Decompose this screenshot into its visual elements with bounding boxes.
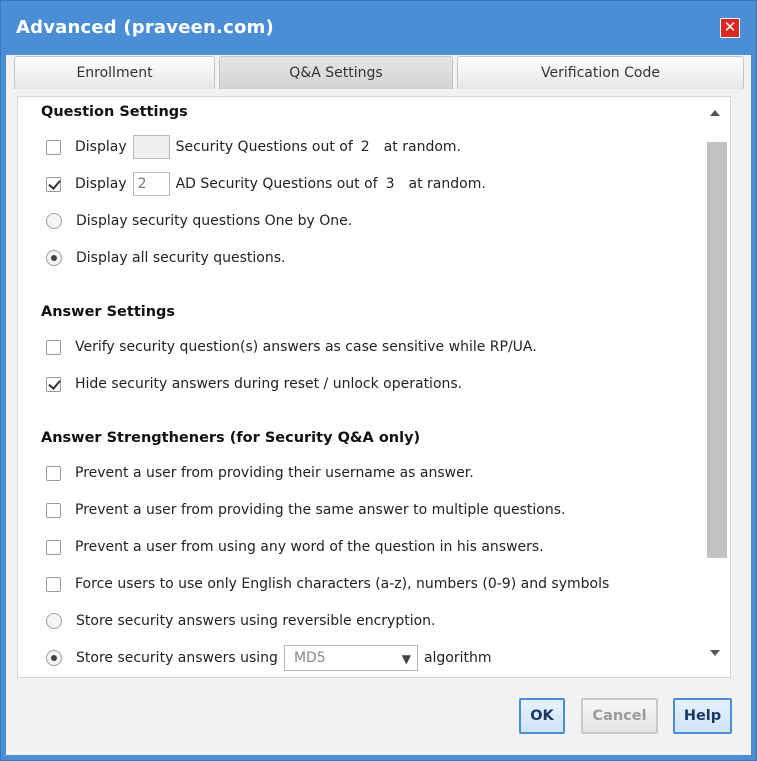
- reversible-row: Store security answers using reversible …: [46, 609, 436, 633]
- no-question-word-row: Prevent a user from using any word of th…: [46, 535, 544, 559]
- ok-button[interactable]: OK: [519, 698, 565, 734]
- at-random-label: at random.: [408, 176, 486, 192]
- close-button[interactable]: ✕: [720, 18, 740, 38]
- no-question-word-label: Prevent a user from using any word of th…: [75, 539, 544, 555]
- case-sensitive-checkbox[interactable]: [46, 339, 61, 355]
- algorithm-row: Store security answers using MD5 ▼ algor…: [46, 645, 492, 671]
- title-bar[interactable]: Advanced (praveen.com) ✕: [1, 1, 756, 55]
- scroll-thumb[interactable]: [707, 142, 727, 558]
- no-same-answer-checkbox[interactable]: [46, 502, 61, 518]
- tab-verification-code[interactable]: Verification Code: [457, 56, 744, 89]
- algorithm-selected: MD5: [293, 650, 326, 666]
- security-questions-label: Security Questions out of: [175, 139, 353, 155]
- no-same-answer-row: Prevent a user from providing the same a…: [46, 498, 565, 522]
- question-settings-title: Question Settings: [41, 104, 188, 120]
- one-by-one-radio[interactable]: [46, 213, 62, 229]
- no-username-label: Prevent a user from providing their user…: [75, 465, 474, 481]
- hide-answers-row: Hide security answers during reset / unl…: [46, 372, 462, 396]
- chevron-down-icon: ▼: [401, 652, 411, 666]
- display-all-radio[interactable]: [46, 250, 62, 266]
- english-only-label: Force users to use only English characte…: [75, 576, 610, 592]
- cancel-button[interactable]: Cancel: [581, 698, 658, 734]
- algorithm-select[interactable]: MD5 ▼: [283, 645, 418, 671]
- ad-question-total: 3: [385, 176, 395, 192]
- ad-question-count-row: Display 2 AD Security Questions out of 3…: [46, 172, 486, 196]
- answer-settings-title: Answer Settings: [41, 304, 176, 320]
- reversible-radio[interactable]: [46, 613, 62, 629]
- hide-answers-checkbox[interactable]: [46, 376, 61, 392]
- display-all-label: Display all security questions.: [76, 250, 286, 266]
- algorithm-post-label: algorithm: [423, 650, 492, 666]
- display-all-row: Display all security questions.: [46, 246, 285, 270]
- one-by-one-label: Display security questions One by One.: [76, 213, 353, 229]
- ad-question-count-input[interactable]: 2: [132, 172, 170, 196]
- tab-enrollment[interactable]: Enrollment: [14, 56, 215, 89]
- answer-strengtheners-title: Answer Strengtheners (for Security Q&A o…: [41, 430, 421, 446]
- advanced-dialog: Advanced (praveen.com) ✕ Enrollment Q&A …: [0, 0, 757, 761]
- algorithm-pre-label: Store security answers using: [76, 650, 278, 666]
- case-sensitive-label: Verify security question(s) answers as c…: [75, 339, 537, 355]
- algorithm-radio[interactable]: [46, 650, 62, 666]
- display-questions-checkbox[interactable]: [46, 139, 61, 155]
- display-label: Display: [75, 176, 127, 192]
- question-count-row: Display Security Questions out of 2 at r…: [46, 135, 461, 159]
- english-only-row: Force users to use only English characte…: [46, 572, 609, 596]
- question-count-input[interactable]: [132, 135, 170, 159]
- question-total: 2: [360, 139, 370, 155]
- one-by-one-row: Display security questions One by One.: [46, 209, 352, 233]
- scroll-down-arrow-icon[interactable]: [710, 650, 720, 656]
- dialog-title: Advanced (praveen.com): [16, 17, 274, 38]
- vertical-scrollbar[interactable]: [703, 97, 728, 677]
- case-sensitive-row: Verify security question(s) answers as c…: [46, 335, 537, 359]
- no-question-word-checkbox[interactable]: [46, 539, 61, 555]
- no-username-row: Prevent a user from providing their user…: [46, 461, 474, 485]
- at-random-label: at random.: [383, 139, 461, 155]
- reversible-label: Store security answers using reversible …: [76, 613, 436, 629]
- display-label: Display: [75, 139, 127, 155]
- settings-panel: Question Settings Display Security Quest…: [17, 96, 731, 678]
- no-same-answer-label: Prevent a user from providing the same a…: [75, 502, 566, 518]
- hide-answers-label: Hide security answers during reset / unl…: [75, 376, 463, 392]
- english-only-checkbox[interactable]: [46, 576, 61, 592]
- tab-qa-settings[interactable]: Q&A Settings: [219, 56, 453, 89]
- scroll-up-arrow-icon[interactable]: [710, 110, 720, 116]
- ad-security-questions-label: AD Security Questions out of: [175, 176, 378, 192]
- dialog-body: Enrollment Q&A Settings Verification Cod…: [6, 55, 751, 755]
- no-username-checkbox[interactable]: [46, 465, 61, 481]
- display-ad-questions-checkbox[interactable]: [46, 176, 61, 192]
- help-button[interactable]: Help: [673, 698, 732, 734]
- close-icon: ✕: [723, 18, 737, 36]
- tab-bar: Enrollment Q&A Settings Verification Cod…: [14, 56, 744, 90]
